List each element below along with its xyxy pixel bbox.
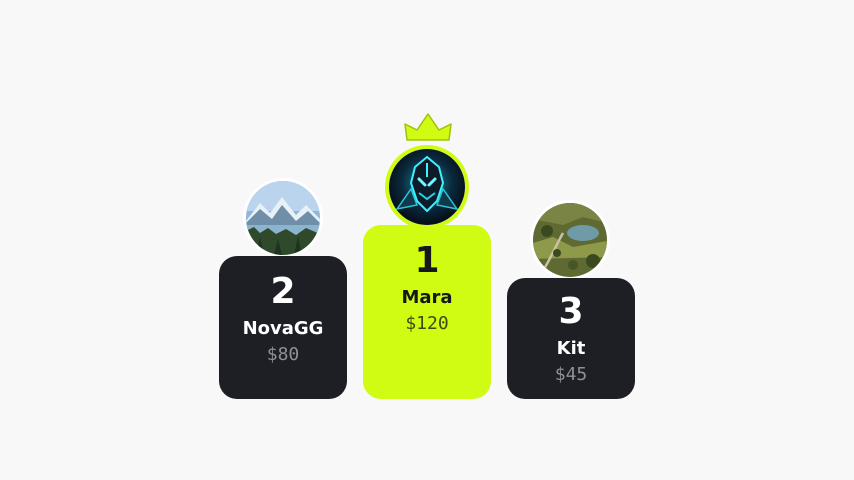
prize-amount: $45 [554, 364, 588, 385]
player-avatar-third[interactable] [530, 200, 610, 280]
rank-number: 1 [414, 240, 440, 281]
rank-number: 3 [558, 291, 584, 332]
rank-number: 2 [270, 271, 296, 312]
player-name: Mara [401, 287, 453, 308]
player-name: Kit [556, 338, 586, 359]
prize-amount: $80 [266, 344, 300, 365]
podium-first[interactable]: 1 Mara $120 [363, 225, 491, 399]
podium-third[interactable]: 3 Kit $45 [507, 278, 635, 399]
player-name: NovaGG [242, 318, 324, 339]
prize-amount: $120 [405, 313, 449, 334]
crown-icon [403, 112, 453, 142]
player-avatar-first[interactable] [385, 145, 469, 229]
podium-second[interactable]: 2 NovaGG $80 [219, 256, 347, 399]
player-avatar-second[interactable] [243, 178, 323, 258]
